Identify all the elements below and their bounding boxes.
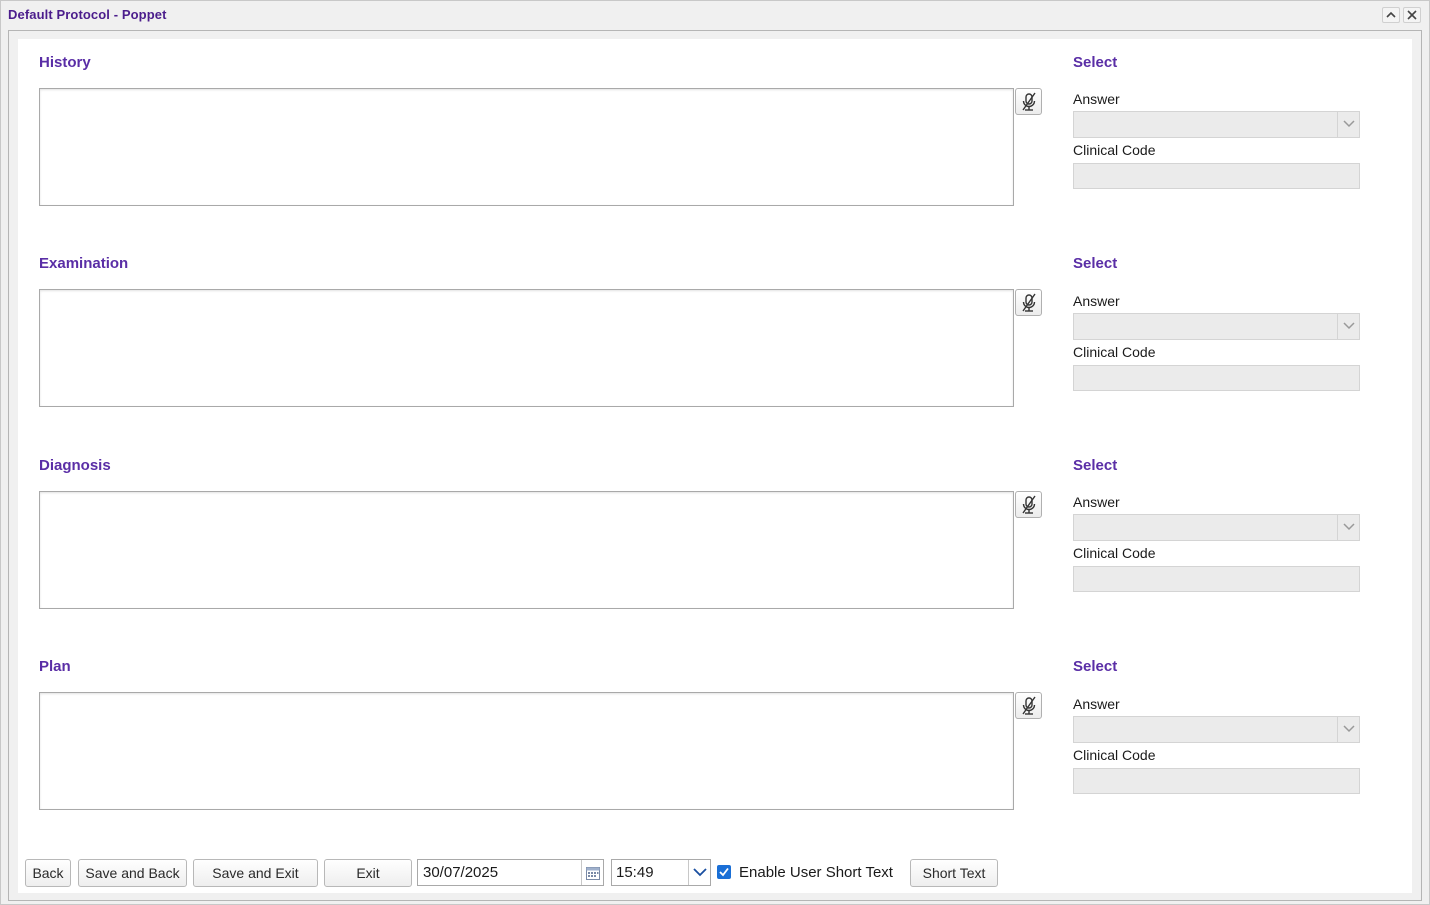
time-picker[interactable]: 15:49 <box>611 859 711 886</box>
clinical-code-field[interactable] <box>1073 768 1360 794</box>
clinical-code-label: Clinical Code <box>1073 142 1156 158</box>
date-picker[interactable]: 30/07/2025 <box>417 859 604 886</box>
dropdown-arrow[interactable] <box>1337 515 1359 540</box>
answer-select[interactable] <box>1073 716 1360 743</box>
answer-label: Answer <box>1073 293 1120 309</box>
dictation-button[interactable] <box>1015 692 1042 719</box>
short-text-button[interactable]: Short Text <box>910 859 998 887</box>
diagnosis-notes-input[interactable] <box>39 491 1014 609</box>
time-value: 15:49 <box>616 864 654 881</box>
clinical-code-field[interactable] <box>1073 566 1360 592</box>
back-button[interactable]: Back <box>25 859 71 887</box>
answer-label: Answer <box>1073 91 1120 107</box>
answer-select[interactable] <box>1073 514 1360 541</box>
time-dropdown-button[interactable] <box>688 860 710 885</box>
dropdown-arrow[interactable] <box>1337 717 1359 742</box>
answer-select[interactable] <box>1073 111 1360 138</box>
date-value: 30/07/2025 <box>423 864 499 881</box>
dictation-button[interactable] <box>1015 289 1042 316</box>
section-title: Plan <box>39 658 71 675</box>
clinical-code-field[interactable] <box>1073 163 1360 189</box>
title-bar: Default Protocol - Poppet <box>1 1 1429 29</box>
select-heading: Select <box>1073 457 1118 474</box>
section-title: Diagnosis <box>39 457 111 474</box>
clinical-code-label: Clinical Code <box>1073 344 1156 360</box>
dropdown-arrow[interactable] <box>1337 314 1359 339</box>
exit-button[interactable]: Exit <box>324 859 412 887</box>
collapse-button[interactable] <box>1382 7 1400 23</box>
clinical-code-label: Clinical Code <box>1073 747 1156 763</box>
answer-label: Answer <box>1073 494 1120 510</box>
calendar-button[interactable] <box>581 860 603 885</box>
examination-notes-input[interactable] <box>39 289 1014 407</box>
plan-notes-input[interactable] <box>39 692 1014 810</box>
history-notes-input[interactable] <box>39 88 1014 206</box>
section-title: History <box>39 54 91 71</box>
window-title: Default Protocol - Poppet <box>8 7 167 22</box>
clinical-code-field[interactable] <box>1073 365 1360 391</box>
answer-label: Answer <box>1073 696 1120 712</box>
enable-short-text-label[interactable]: Enable User Short Text <box>739 864 893 881</box>
section-title: Examination <box>39 255 129 272</box>
save-and-back-button[interactable]: Save and Back <box>78 859 187 887</box>
clinical-code-label: Clinical Code <box>1073 545 1156 561</box>
close-button[interactable] <box>1403 7 1421 23</box>
dictation-button[interactable] <box>1015 491 1042 518</box>
select-heading: Select <box>1073 255 1118 272</box>
select-heading: Select <box>1073 54 1118 71</box>
select-heading: Select <box>1073 658 1118 675</box>
dropdown-arrow[interactable] <box>1337 112 1359 137</box>
enable-short-text-checkbox[interactable] <box>717 865 731 879</box>
protocol-window: Default Protocol - Poppet History Select… <box>0 0 1430 905</box>
save-and-exit-button[interactable]: Save and Exit <box>193 859 318 887</box>
dictation-button[interactable] <box>1015 88 1042 115</box>
answer-select[interactable] <box>1073 313 1360 340</box>
